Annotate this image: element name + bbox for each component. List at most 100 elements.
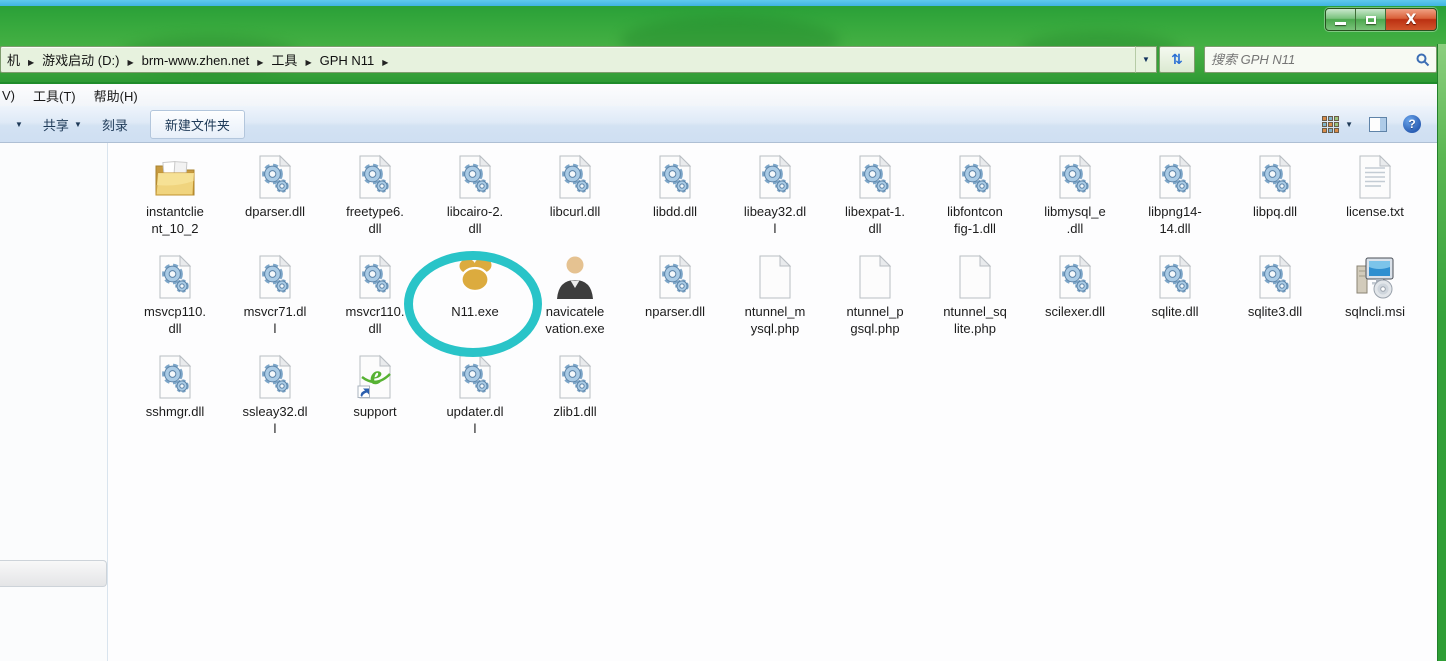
- address-dropdown-button[interactable]: ▼: [1135, 46, 1157, 73]
- file-tile[interactable]: sqlite3.dll: [1225, 251, 1325, 351]
- breadcrumb-item[interactable]: 机: [3, 53, 24, 68]
- file-tile[interactable]: msvcr110.dll: [325, 251, 425, 351]
- toolbar-item[interactable]: ▼: [0, 115, 33, 134]
- file-tile[interactable]: ssleay32.dll: [225, 351, 325, 451]
- views-grid-icon: [1322, 116, 1339, 133]
- file-name-label: libcairo-2.dll: [447, 204, 503, 238]
- file-name-label: ntunnel_pgsql.php: [846, 304, 903, 338]
- dll-icon: [351, 153, 399, 201]
- file-tile[interactable]: freetype6.dll: [325, 151, 425, 251]
- file-name-label: libexpat-1.dll: [845, 204, 905, 238]
- file-tile[interactable]: libpq.dll: [1225, 151, 1325, 251]
- file-tile[interactable]: zlib1.dll: [525, 351, 625, 451]
- file-tile[interactable]: navicatelevation.exe: [525, 251, 625, 351]
- breadcrumb-item[interactable]: 游戏启动 (D:): [38, 53, 123, 68]
- views-grid-cell: [1322, 128, 1327, 133]
- breadcrumb-item[interactable]: GPH N11: [316, 53, 379, 68]
- maximize-icon: [1366, 16, 1376, 24]
- search-icon: [1416, 53, 1430, 67]
- toolbar-right: ▼ ?: [1322, 115, 1437, 133]
- file-tile[interactable]: dparser.dll: [225, 151, 325, 251]
- blank-file-icon: [851, 253, 899, 301]
- refresh-button[interactable]: ⇅: [1159, 46, 1195, 73]
- minimize-button[interactable]: [1326, 9, 1356, 30]
- toolbar-item[interactable]: 新建文件夹: [150, 110, 245, 139]
- breadcrumb-item[interactable]: 工具: [267, 53, 301, 68]
- file-tile[interactable]: e support: [325, 351, 425, 451]
- file-tile[interactable]: libdd.dll: [625, 151, 725, 251]
- breadcrumb-chevron-icon[interactable]: ▶: [378, 58, 392, 67]
- file-name-label: libdd.dll: [653, 204, 697, 221]
- search-input[interactable]: [1211, 52, 1416, 67]
- file-tile[interactable]: msvcr71.dll: [225, 251, 325, 351]
- file-tile[interactable]: libcairo-2.dll: [425, 151, 525, 251]
- file-tile[interactable]: libpng14-14.dll: [1125, 151, 1225, 251]
- file-name-label: sshmgr.dll: [146, 404, 205, 421]
- window-right-border: [1437, 44, 1446, 661]
- internet-shortcut-icon: e: [351, 353, 399, 401]
- dll-icon: [551, 153, 599, 201]
- chevron-down-icon: ▼: [74, 120, 82, 129]
- file-tile[interactable]: ntunnel_pgsql.php: [825, 251, 925, 351]
- toolbar-item-label: 新建文件夹: [165, 115, 230, 134]
- navigation-pane-footer-bar[interactable]: [0, 560, 107, 587]
- file-tile[interactable]: license.txt: [1325, 151, 1425, 251]
- breadcrumb-chevron-icon[interactable]: ▶: [123, 58, 137, 67]
- preview-pane-button[interactable]: [1369, 117, 1387, 132]
- file-tile[interactable]: sshmgr.dll: [125, 351, 225, 451]
- breadcrumb-chevron-icon[interactable]: ▶: [253, 58, 267, 67]
- dll-icon: [551, 353, 599, 401]
- file-name-label: libcurl.dll: [550, 204, 601, 221]
- breadcrumb-item[interactable]: brm-www.zhen.net: [138, 53, 254, 68]
- breadcrumb-chevron-icon[interactable]: ▶: [301, 58, 315, 67]
- menu-item[interactable]: 帮助(H): [85, 86, 147, 105]
- file-tile[interactable]: libcurl.dll: [525, 151, 625, 251]
- toolbar-item[interactable]: 刻录: [92, 110, 138, 139]
- chevron-down-icon: ▼: [1345, 120, 1353, 129]
- dll-icon: [351, 253, 399, 301]
- toolbar-item[interactable]: 共享▼: [33, 110, 92, 139]
- file-name-label: libpq.dll: [1253, 204, 1297, 221]
- change-view-button[interactable]: ▼: [1322, 116, 1353, 133]
- file-tile[interactable]: libfontconfig-1.dll: [925, 151, 1025, 251]
- dll-icon: [851, 153, 899, 201]
- file-tile[interactable]: nparser.dll: [625, 251, 725, 351]
- file-name-label: ntunnel_sqlite.php: [943, 304, 1007, 338]
- file-tile[interactable]: msvcp110.dll: [125, 251, 225, 351]
- file-tile[interactable]: sqlite.dll: [1125, 251, 1225, 351]
- file-tile[interactable]: instantclient_10_2: [125, 151, 225, 251]
- file-tile[interactable]: updater.dll: [425, 351, 525, 451]
- file-tile[interactable]: sqlncli.msi: [1325, 251, 1425, 351]
- dll-icon: [951, 153, 999, 201]
- file-tile[interactable]: ntunnel_sqlite.php: [925, 251, 1025, 351]
- file-tile[interactable]: ntunnel_mysql.php: [725, 251, 825, 351]
- file-tile[interactable]: scilexer.dll: [1025, 251, 1125, 351]
- views-grid-cell: [1328, 128, 1333, 133]
- maximize-button[interactable]: [1356, 9, 1386, 30]
- file-name-label: sqlite3.dll: [1248, 304, 1302, 321]
- toolbar-left: ▼共享▼刻录 新建文件夹: [0, 110, 245, 139]
- file-name-label: libmysql_e.dll: [1044, 204, 1105, 238]
- file-tile[interactable]: libexpat-1.dll: [825, 151, 925, 251]
- file-name-label: ntunnel_mysql.php: [745, 304, 806, 338]
- dll-icon: [151, 353, 199, 401]
- menu-item[interactable]: V): [0, 88, 24, 103]
- address-breadcrumb-bar[interactable]: 机▶游戏启动 (D:)▶brm-www.zhen.net▶工具▶GPH N11▶: [0, 46, 1135, 73]
- navigation-pane: [0, 143, 108, 661]
- menu-item[interactable]: 工具(T): [24, 86, 85, 105]
- breadcrumb-chevron-icon[interactable]: ▶: [24, 58, 38, 67]
- file-name-label: sqlite.dll: [1152, 304, 1199, 321]
- close-button[interactable]: X: [1386, 9, 1436, 30]
- file-name-label: freetype6.dll: [346, 204, 404, 238]
- views-grid-cell: [1328, 122, 1333, 127]
- file-name-label: support: [353, 404, 396, 421]
- file-name-label: libfontconfig-1.dll: [947, 204, 1003, 238]
- file-tile[interactable]: N11.exe: [425, 251, 525, 351]
- blank-file-icon: [751, 253, 799, 301]
- file-tile[interactable]: libeay32.dll: [725, 151, 825, 251]
- file-tile[interactable]: libmysql_e.dll: [1025, 151, 1125, 251]
- help-button[interactable]: ?: [1403, 115, 1421, 133]
- folder-icon: [151, 153, 199, 201]
- menu-bar: V)工具(T)帮助(H): [0, 84, 1437, 106]
- search-box[interactable]: [1204, 46, 1437, 73]
